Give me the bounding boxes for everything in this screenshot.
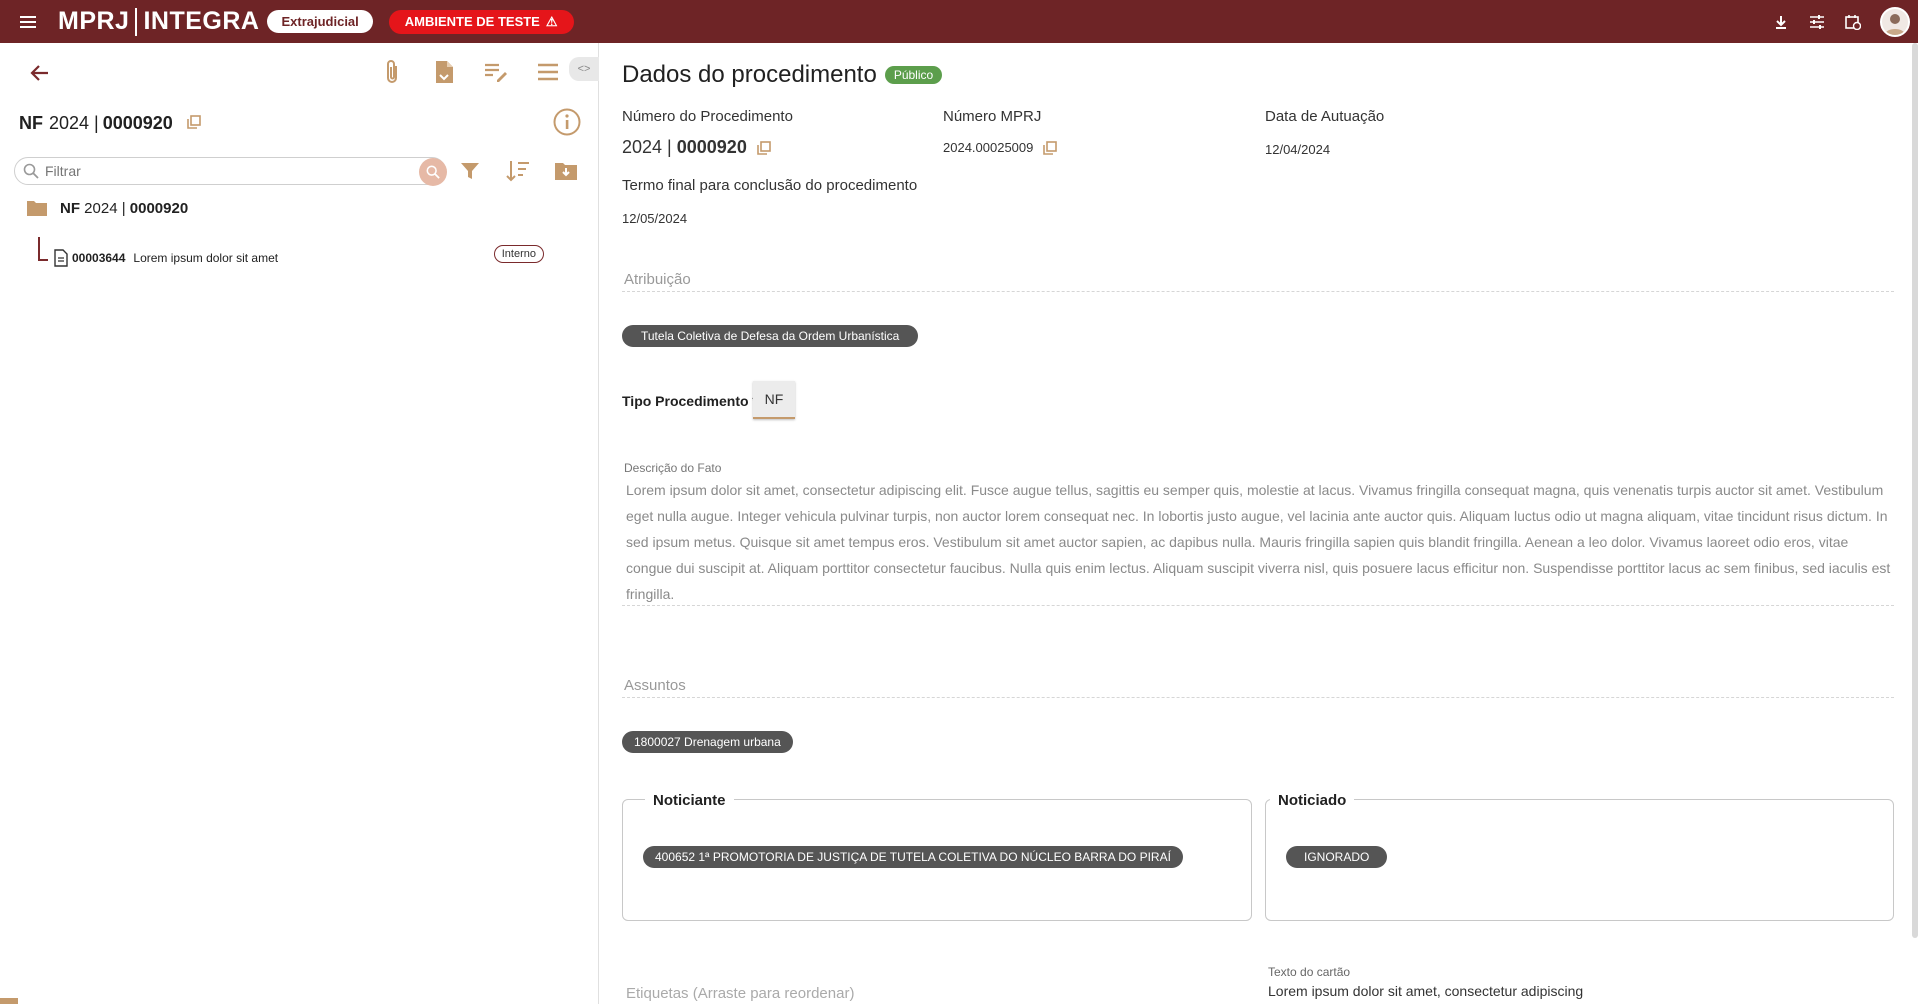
document-icon (54, 249, 68, 267)
texto-cartao-label: Texto do cartão (1268, 965, 1351, 979)
atribuicao-label: Atribuição (624, 271, 691, 288)
assunto-chip: 1800027 Drenagem urbana (622, 731, 793, 753)
data-autuacao-value: 12/04/2024 (1265, 142, 1331, 157)
tree-connector (38, 237, 48, 261)
edit-note-icon[interactable] (481, 57, 511, 87)
termo-final-label: Termo final para conclusão do procedimen… (622, 177, 918, 194)
tree-root[interactable]: NF 2024 | 0000920 (26, 199, 188, 217)
noticiado-chip: IGNORADO (1286, 846, 1388, 868)
sort-icon[interactable] (504, 157, 532, 185)
copy-icon[interactable] (187, 113, 201, 134)
page-title-text: Dados do procedimento (622, 61, 877, 88)
paperclip-icon[interactable] (377, 57, 407, 87)
filter-input[interactable] (45, 163, 405, 179)
brand-right: INTEGRA (143, 7, 260, 35)
numero-mprj-text: 2024.00025009 (943, 140, 1034, 155)
page-title: Dados do procedimento Público (622, 61, 943, 89)
filter-search-button[interactable] (419, 158, 447, 186)
tool-icons (377, 57, 563, 87)
visibility-badge: Público (884, 66, 943, 84)
bottom-indicator (0, 998, 18, 1004)
brand-left: MPRJ (58, 7, 130, 35)
filter-tools (456, 157, 580, 185)
assuntos-label: Assuntos (624, 677, 686, 694)
tree-item-chip: Interno (493, 245, 544, 263)
warning-icon: ⚠ (545, 13, 558, 29)
procedure-type: NF (19, 113, 43, 133)
menu-icon[interactable] (20, 12, 44, 32)
tree-item[interactable]: 00003644 Lorem ipsum dolor sit amet Inte… (54, 245, 544, 267)
avatar[interactable] (1880, 6, 1910, 37)
tune-icon[interactable] (1808, 13, 1826, 31)
tree-item-title: Lorem ipsum dolor sit amet (133, 251, 279, 265)
tree-item-number: 00003644 (72, 251, 126, 265)
arrow-left-icon[interactable] (28, 61, 52, 85)
descricao-divider (622, 605, 1894, 606)
procedure-number: 0000920 (102, 113, 173, 133)
tree-root-label: NF 2024 | 0000920 (60, 200, 188, 217)
noticiante-legend: Noticiante (645, 792, 734, 809)
folder-icon (26, 199, 48, 217)
menu-lines-icon[interactable] (533, 57, 563, 87)
tree-root-number: 0000920 (129, 199, 189, 217)
env-pill-label: AMBIENTE DE TESTE (404, 14, 540, 29)
atribuicao-chip: Tutela Coletiva de Defesa da Ordem Urban… (622, 325, 919, 347)
atribuicao-divider (622, 291, 1894, 292)
filter-field (14, 157, 447, 186)
assuntos-divider (622, 697, 1894, 698)
termo-final-value: 12/05/2024 (622, 211, 688, 226)
texto-cartao-value[interactable]: Lorem ipsum dolor sit amet, consectetur … (1268, 983, 1583, 999)
descricao-text[interactable]: Lorem ipsum dolor sit amet, consectetur … (626, 477, 1896, 607)
noticiado-legend: Noticiado (1270, 792, 1355, 809)
numero-procedimento-year: 2024 | (622, 137, 672, 157)
scrollbar[interactable] (1912, 43, 1918, 938)
numero-mprj-label: Número MPRJ (943, 108, 1042, 125)
numero-procedimento-label: Número do Procedimento (622, 108, 793, 125)
descricao-label: Descrição do Fato (624, 461, 722, 475)
calendar-clock-icon[interactable] (1844, 13, 1862, 31)
filter-row (14, 157, 594, 187)
left-toolbar: <> (0, 53, 599, 93)
copy-icon[interactable] (1043, 140, 1058, 155)
etiquetas-label: Etiquetas (Arraste para reordenar) (626, 985, 855, 1002)
data-autuacao-label: Data de Autuação (1265, 108, 1385, 125)
top-bar: MPRJ INTEGRA Extrajudicial AMBIENTE DE T… (0, 0, 1918, 43)
noticiante-box: Noticiante 400652 1ª PROMOTORIA DE JUSTI… (622, 792, 1252, 921)
procedure-title: NF 2024 | 0000920 (19, 113, 201, 134)
numero-mprj-value: 2024.00025009 (943, 140, 1058, 155)
collapse-toggle[interactable]: <> (569, 57, 599, 81)
module-pill[interactable]: Extrajudicial (267, 10, 373, 33)
numero-procedimento-value: 2024 | 0000920 (622, 137, 771, 158)
noticiado-box: Noticiado IGNORADO (1265, 792, 1894, 921)
copy-icon[interactable] (757, 140, 771, 155)
download-icon[interactable] (1772, 13, 1790, 31)
file-icon[interactable] (429, 57, 459, 87)
folder-download-icon[interactable] (552, 157, 580, 185)
left-panel: <> NF 2024 | 0000920 Filtrar NF 2024 | 0… (0, 43, 599, 1004)
info-icon[interactable] (552, 107, 582, 137)
right-panel: Dados do procedimento Público Número do … (600, 43, 1918, 1004)
procedure-year: 2024 | (49, 113, 99, 133)
numero-procedimento-number: 0000920 (676, 137, 747, 157)
env-pill: AMBIENTE DE TESTE ⚠ (388, 9, 574, 34)
brand-separator (135, 7, 138, 36)
tipo-procedimento-select[interactable]: NF (753, 381, 795, 419)
tipo-procedimento-label: Tipo Procedimento * (622, 393, 758, 409)
brand-logo: MPRJ INTEGRA (58, 7, 259, 36)
tree-root-year: 2024 | (84, 199, 126, 217)
noticiante-chip: 400652 1ª PROMOTORIA DE JUSTIÇA DE TUTEL… (643, 846, 1183, 868)
filter-icon[interactable] (456, 157, 484, 185)
tree-root-type: NF (60, 199, 80, 217)
search-icon (23, 163, 39, 179)
top-right-actions (1772, 0, 1910, 43)
